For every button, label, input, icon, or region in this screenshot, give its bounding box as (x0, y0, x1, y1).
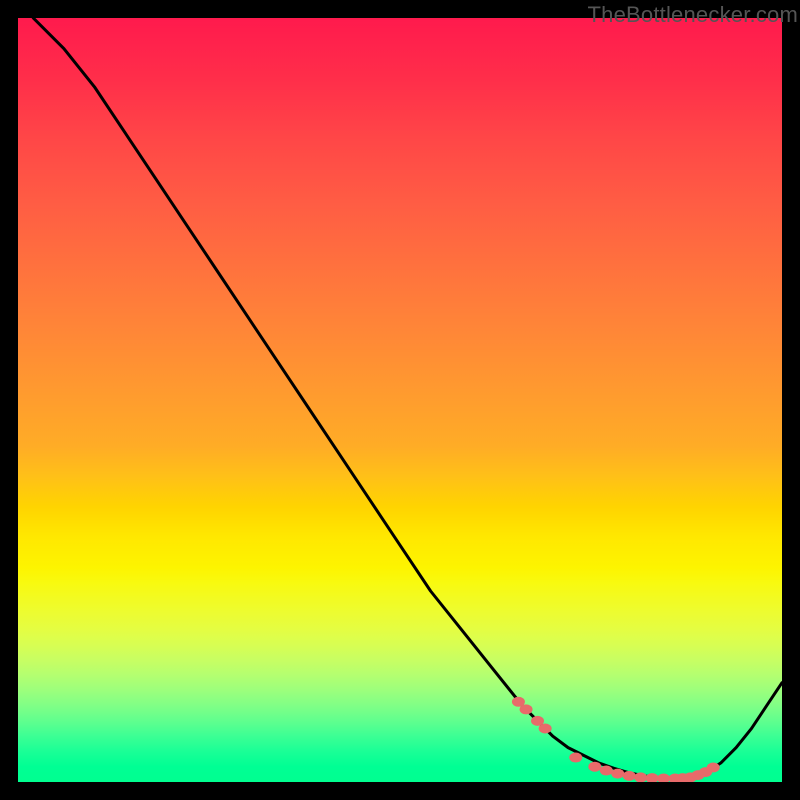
curve-markers (512, 697, 720, 782)
watermark-text: TheBottlenecker.com (588, 2, 798, 28)
chart-frame: TheBottlenecker.com (0, 0, 800, 800)
curve-line (33, 18, 782, 779)
plot-area (18, 18, 782, 782)
chart-svg (18, 18, 782, 782)
